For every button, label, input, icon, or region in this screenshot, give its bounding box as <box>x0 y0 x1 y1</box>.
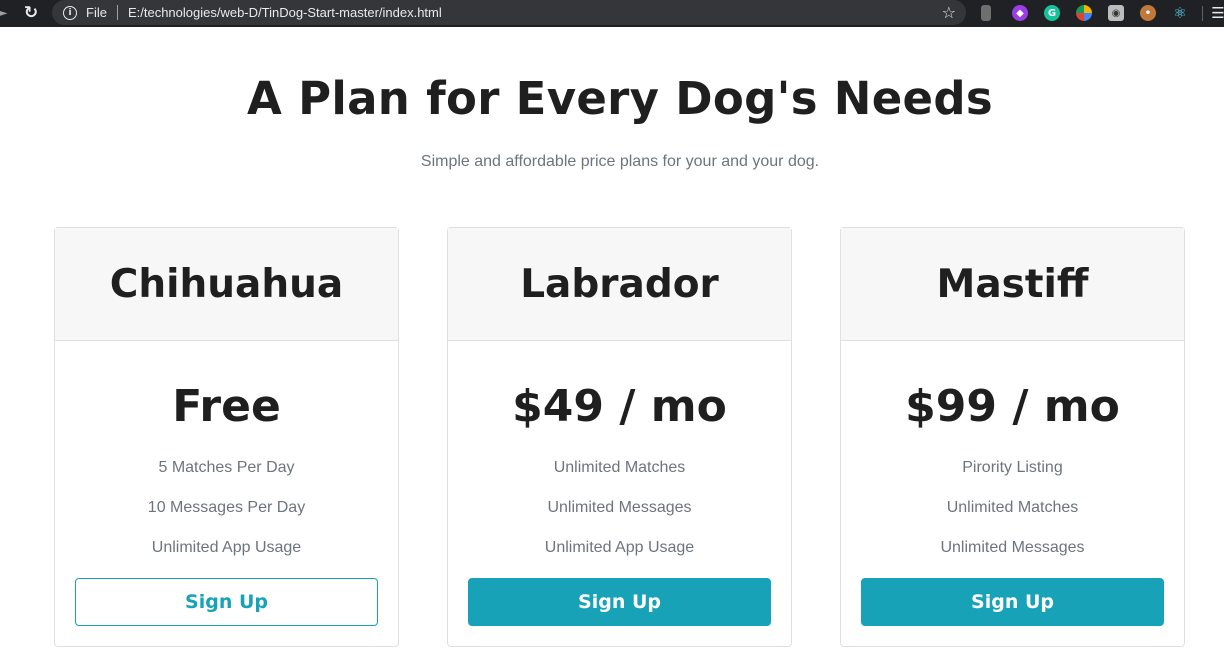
feature-item: Unlimited Messages <box>547 499 692 516</box>
feature-item: Unlimited App Usage <box>151 539 302 556</box>
address-bar[interactable]: i File E:/technologies/web-D/TinDog-Star… <box>52 0 966 25</box>
plan-name: Chihuahua <box>55 228 398 341</box>
address-separator <box>116 5 118 20</box>
pricing-card-labrador: Labrador $49 / mo Unlimited Matches Unli… <box>447 227 792 647</box>
reload-icon[interactable]: ↻ <box>20 3 42 23</box>
feature-item: Pirority Listing <box>962 459 1063 476</box>
cookie-icon[interactable]: • <box>1140 5 1156 21</box>
pricing-card-mastiff: Mastiff $99 / mo Pirority Listing Unlimi… <box>840 227 1185 647</box>
scheme-label: File <box>86 5 107 20</box>
react-devtools-icon[interactable]: ⚛ <box>1172 4 1188 22</box>
bookmark-star-icon[interactable]: ☆ <box>942 3 956 22</box>
sign-up-button[interactable]: Sign Up <box>468 578 771 626</box>
plan-name: Mastiff <box>841 228 1184 341</box>
info-icon[interactable]: i <box>63 5 77 20</box>
menu-icon[interactable]: ☰ <box>1211 3 1224 23</box>
color-picker-icon[interactable] <box>1076 5 1092 21</box>
url-text[interactable]: E:/technologies/web-D/TinDog-Start-maste… <box>128 5 442 20</box>
feature-item: Unlimited Matches <box>946 499 1079 516</box>
plan-price: $49 / mo <box>512 381 727 432</box>
sign-up-button[interactable]: Sign Up <box>75 578 378 626</box>
page-subtitle: Simple and affordable price plans for yo… <box>420 153 820 170</box>
feature-list: 5 Matches Per Day 10 Messages Per Day Un… <box>55 448 398 568</box>
feature-item: Unlimited Messages <box>940 539 1085 556</box>
grammarly-icon[interactable]: G <box>1044 5 1060 21</box>
feature-list: Pirority Listing Unlimited Matches Unlim… <box>841 448 1184 568</box>
back-arrow-icon[interactable]: ► <box>0 3 8 23</box>
feature-list: Unlimited Matches Unlimited Messages Unl… <box>448 448 791 568</box>
plan-name: Labrador <box>448 228 791 341</box>
browser-toolbar: ► ↻ i File E:/technologies/web-D/TinDog-… <box>0 0 1224 27</box>
toolbar-divider <box>1202 6 1203 21</box>
page-title: A Plan for Every Dog's Needs <box>247 72 993 125</box>
feature-item: Unlimited App Usage <box>544 539 695 556</box>
extension-puzzle-icon[interactable] <box>981 5 991 21</box>
plan-price: $99 / mo <box>905 381 1120 432</box>
feature-item: 10 Messages Per Day <box>147 499 306 516</box>
pricing-card-chihuahua: Chihuahua Free 5 Matches Per Day 10 Mess… <box>54 227 399 647</box>
feature-item: 5 Matches Per Day <box>158 459 295 476</box>
feature-item: Unlimited Matches <box>553 459 686 476</box>
plan-price: Free <box>172 381 281 432</box>
camera-icon[interactable]: ◉ <box>1108 5 1124 21</box>
vpn-icon[interactable]: ◆ <box>1012 5 1028 21</box>
sign-up-button[interactable]: Sign Up <box>861 578 1164 626</box>
